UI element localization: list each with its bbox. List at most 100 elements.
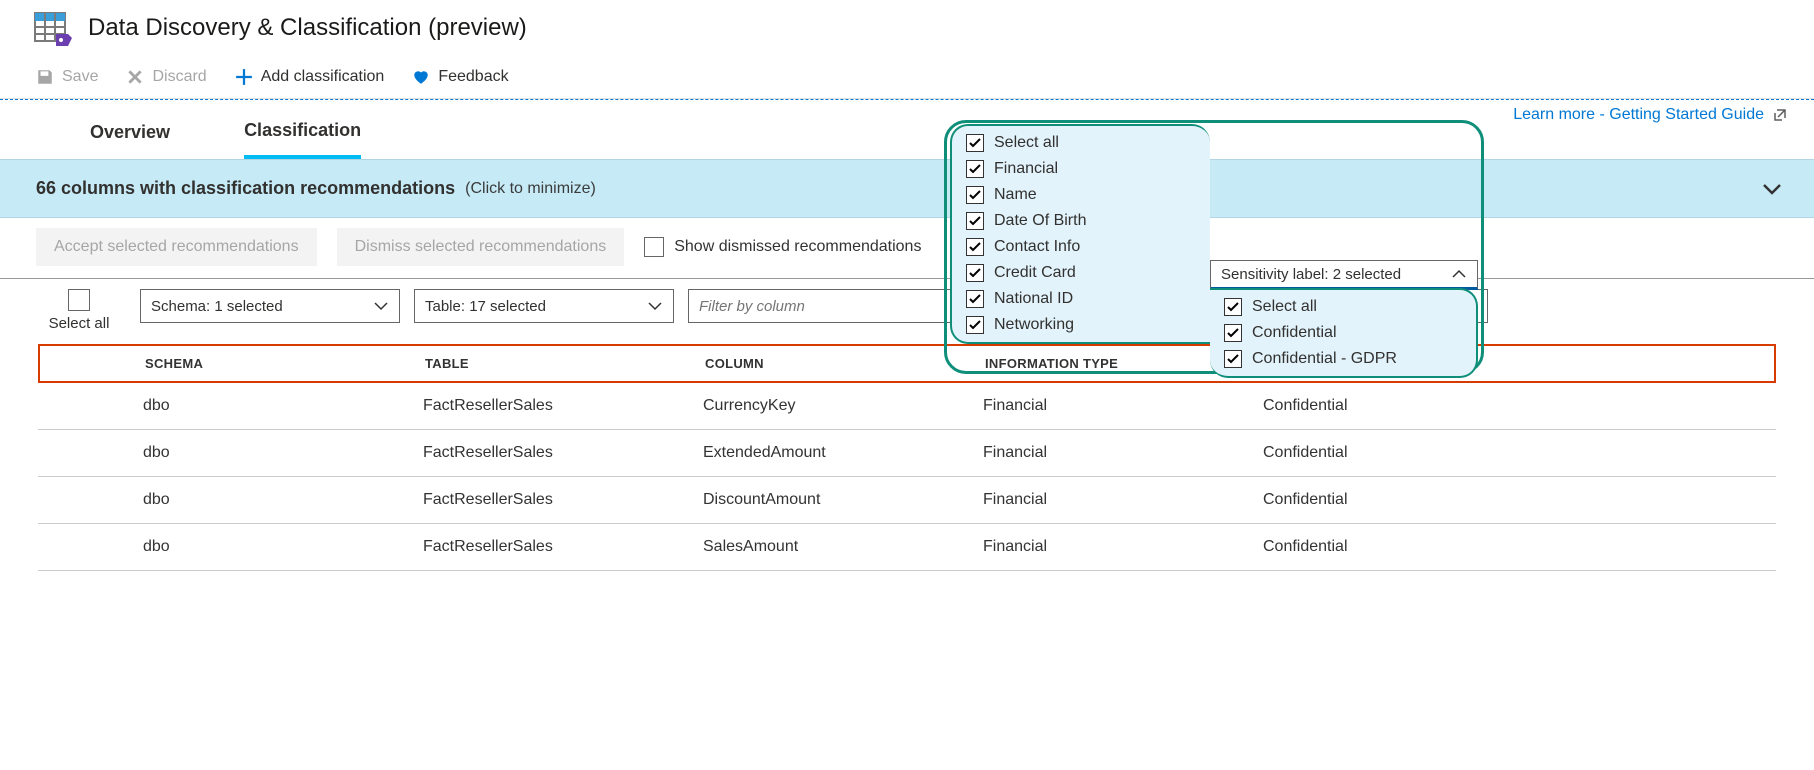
checkbox-checked-icon [1224, 298, 1242, 316]
checkbox-checked-icon [966, 160, 984, 178]
sensitivity-label-dropdown-open[interactable]: Sensitivity label: 2 selected [1210, 260, 1478, 290]
cell-info-type: Financial [983, 397, 1263, 415]
select-all-checkbox[interactable]: Select all [44, 289, 114, 332]
schema-filter-label: Schema: 1 selected [151, 298, 283, 315]
discard-button[interactable]: Discard [126, 68, 206, 86]
checkbox-checked-icon [966, 186, 984, 204]
chevron-down-icon [647, 298, 663, 314]
dropdown-option-label: Credit Card [994, 264, 1076, 282]
command-bar: Save Discard Add classification Feedback [0, 56, 1814, 99]
dropdown-option[interactable]: Date Of Birth [952, 208, 1210, 234]
checkbox-checked-icon [1224, 324, 1242, 342]
dropdown-option[interactable]: Contact Info [952, 234, 1210, 260]
recommendation-actions: Accept selected recommendations Dismiss … [0, 218, 1814, 276]
dropdown-option-label: Name [994, 186, 1037, 204]
add-classification-button[interactable]: Add classification [235, 68, 385, 86]
dropdown-option-label: Confidential [1252, 324, 1337, 342]
table-row[interactable]: dboFactResellerSalesExtendedAmountFinanc… [38, 430, 1776, 477]
add-classification-label: Add classification [261, 68, 385, 86]
checkbox-checked-icon [966, 264, 984, 282]
save-label: Save [62, 68, 98, 86]
checkbox-checked-icon [966, 134, 984, 152]
banner-hint: (Click to minimize) [465, 180, 596, 198]
dropdown-option-label: Date Of Birth [994, 212, 1086, 230]
recommendations-table: SCHEMA TABLE COLUMN INFORMATION TYPE SEN… [0, 344, 1814, 571]
cell-sensitivity: Confidential [1263, 491, 1543, 509]
cell-table: FactResellerSales [423, 444, 703, 462]
heart-icon [412, 68, 430, 86]
cell-column: CurrencyKey [703, 397, 983, 415]
cell-table: FactResellerSales [423, 397, 703, 415]
col-schema[interactable]: SCHEMA [145, 356, 425, 371]
table-row[interactable]: dboFactResellerSalesCurrencyKeyFinancial… [38, 383, 1776, 430]
page-title: Data Discovery & Classification (preview… [88, 14, 527, 42]
sensitivity-label-dropdown-panel[interactable]: Select all Confidential Confidential - GDP… [1210, 288, 1478, 378]
dropdown-option[interactable]: Name [952, 182, 1210, 208]
dropdown-option[interactable]: Financial [952, 156, 1210, 182]
feedback-button[interactable]: Feedback [412, 68, 508, 86]
chevron-down-icon [373, 298, 389, 314]
save-button[interactable]: Save [36, 68, 98, 86]
learn-more-label: Learn more - Getting Started Guide [1513, 106, 1764, 124]
dropdown-option-label: Contact Info [994, 238, 1080, 256]
dismiss-selected-button[interactable]: Dismiss selected recommendations [337, 228, 625, 266]
dropdown-option-label: Networking [994, 316, 1074, 334]
banner-title: 66 columns with classification recommend… [36, 178, 455, 199]
dropdown-option-label: Confidential - GDPR [1252, 350, 1397, 368]
information-type-dropdown-panel[interactable]: Select all Financial Name Date Of Birth Cont… [950, 124, 1210, 344]
filters-row: Select all Schema: 1 selected Table: 17 … [0, 279, 1814, 338]
external-link-icon [1772, 107, 1788, 123]
cell-sensitivity: Confidential [1263, 538, 1543, 556]
dropdown-option[interactable]: Confidential - GDPR [1210, 346, 1476, 372]
cell-table: FactResellerSales [423, 538, 703, 556]
checkbox-checked-icon [1224, 350, 1242, 368]
dropdown-option-label: Select all [994, 134, 1059, 152]
chevron-down-icon [1760, 177, 1784, 201]
checkbox-checked-icon [966, 238, 984, 256]
table-filter-dropdown[interactable]: Table: 17 selected [414, 289, 674, 323]
table-row[interactable]: dboFactResellerSalesDiscountAmountFinanc… [38, 477, 1776, 524]
tab-classification[interactable]: Classification [244, 120, 361, 159]
dropdown-option[interactable]: Credit Card [952, 260, 1210, 286]
accept-selected-button[interactable]: Accept selected recommendations [36, 228, 317, 266]
sensitivity-header-label: Sensitivity label: 2 selected [1221, 266, 1401, 283]
schema-filter-dropdown[interactable]: Schema: 1 selected [140, 289, 400, 323]
cell-sensitivity: Confidential [1263, 397, 1543, 415]
save-icon [36, 68, 54, 86]
cell-schema: dbo [143, 444, 423, 462]
table-body: dboFactResellerSalesCurrencyKeyFinancial… [38, 383, 1776, 571]
cell-schema: dbo [143, 397, 423, 415]
dropdown-option[interactable]: Select all [952, 130, 1210, 156]
tabs-row: Overview Classification Learn more - Get… [0, 100, 1814, 159]
dropdown-option[interactable]: Select all [1210, 294, 1476, 320]
checkbox-checked-icon [966, 290, 984, 308]
discard-icon [126, 68, 144, 86]
recommendations-banner[interactable]: 66 columns with classification recommend… [0, 159, 1814, 218]
cell-schema: dbo [143, 491, 423, 509]
learn-more-link[interactable]: Learn more - Getting Started Guide [1513, 106, 1788, 124]
checkbox-icon [644, 237, 664, 257]
dropdown-option[interactable]: Networking [952, 312, 1210, 338]
checkbox-checked-icon [966, 316, 984, 334]
cell-info-type: Financial [983, 538, 1263, 556]
column-filter-input[interactable] [688, 289, 956, 323]
dropdown-option[interactable]: Confidential [1210, 320, 1476, 346]
discard-label: Discard [152, 68, 206, 86]
tab-overview[interactable]: Overview [90, 122, 170, 157]
cell-column: SalesAmount [703, 538, 983, 556]
classification-table-icon [34, 10, 74, 46]
dropdown-option[interactable]: National ID [952, 286, 1210, 312]
feedback-label: Feedback [438, 68, 508, 86]
plus-icon [235, 68, 253, 86]
col-column[interactable]: COLUMN [705, 356, 985, 371]
cell-info-type: Financial [983, 491, 1263, 509]
dropdown-option-label: Financial [994, 160, 1058, 178]
column-filter-textbox[interactable] [699, 298, 945, 315]
show-dismissed-checkbox[interactable]: Show dismissed recommendations [644, 237, 921, 257]
checkbox-checked-icon [966, 212, 984, 230]
select-all-label: Select all [49, 315, 110, 332]
col-table[interactable]: TABLE [425, 356, 705, 371]
checkbox-icon [68, 289, 90, 311]
table-row[interactable]: dboFactResellerSalesSalesAmountFinancial… [38, 524, 1776, 571]
table-header: SCHEMA TABLE COLUMN INFORMATION TYPE SEN… [38, 344, 1776, 383]
